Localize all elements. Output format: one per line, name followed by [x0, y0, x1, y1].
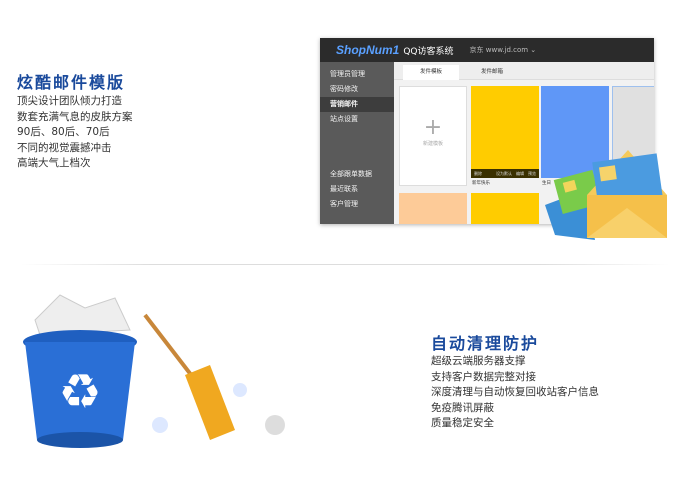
store-selector[interactable]: 京东 www.jd.com ⌄ — [470, 45, 537, 55]
tab-templates[interactable]: 发件模板 — [403, 65, 459, 80]
feature-line: 数套充满气息的皮肤方案 — [17, 110, 133, 123]
new-template-label: 新建模板 — [422, 141, 443, 147]
envelope-icon — [545, 150, 667, 240]
preview-action[interactable]: 预览 — [528, 171, 536, 177]
plus-icon: + — [423, 115, 443, 140]
template-card[interactable] — [399, 193, 467, 224]
section-divider — [20, 264, 670, 265]
tab-bar: 发件模板 发件邮箱 — [394, 62, 654, 80]
set-default-action[interactable]: 设为默认 — [496, 171, 512, 177]
feature-line: 90后、80后、70后 — [17, 126, 110, 138]
system-name: QQ访客系统 — [403, 46, 454, 57]
feature-line: 不同的视觉震撼冲击 — [17, 141, 112, 154]
feature-line: 高端大气上档次 — [17, 157, 91, 169]
recycle-bin-icon: ♻ — [23, 294, 137, 448]
feature-line: 支持客户数据完整对接 — [431, 370, 536, 383]
feature-line: 顶尖设计团队倾力打造 — [17, 95, 122, 107]
broom-icon — [143, 313, 285, 440]
feature-line: 深度清理与自动恢复回收站客户信息 — [431, 386, 599, 398]
sidebar-item[interactable]: 全部跟单数据 — [320, 167, 394, 182]
new-template-card[interactable]: + 新建模板 — [399, 86, 467, 186]
edit-action[interactable]: 编辑 — [516, 171, 524, 177]
feature-line: 免疫腾讯屏蔽 — [431, 401, 494, 414]
template-card[interactable]: 删除 设为默认 编辑 预览 — [471, 86, 539, 178]
sidebar-item-active[interactable]: 营销邮件 — [320, 97, 394, 112]
delete-action[interactable]: 删除 — [474, 171, 482, 177]
svg-text:♻: ♻ — [58, 364, 101, 420]
sidebar: 管理员管理 密码修改 营销邮件 站点设置 全部跟单数据 最近联系 客户管理 — [320, 62, 394, 224]
sidebar-item[interactable]: 站点设置 — [320, 112, 394, 127]
sidebar-item[interactable]: 管理员管理 — [320, 67, 394, 82]
tab-mailboxes[interactable]: 发件邮箱 — [464, 65, 520, 80]
card-actions: 删除 设为默认 编辑 预览 — [471, 169, 539, 178]
sidebar-item[interactable]: 客户管理 — [320, 197, 394, 212]
feature-line: 质量稳定安全 — [431, 417, 494, 429]
logo: ShopNum1 — [336, 43, 400, 57]
template-card[interactable] — [471, 193, 539, 224]
section-title: 自动清理防护 — [431, 334, 540, 353]
feature-list: 顶尖设计团队倾力打造 数套充满气息的皮肤方案 90后、80后、70后 不同的视觉… — [17, 94, 133, 172]
feature-line: 超级云端服务器支撑 — [431, 355, 526, 367]
sidebar-item[interactable]: 密码修改 — [320, 82, 394, 97]
card-name: 新年快乐 — [472, 181, 490, 186]
sidebar-item[interactable]: 最近联系 — [320, 182, 394, 197]
feature-list: 超级云端服务器支撑 支持客户数据完整对接 深度清理与自动恢复回收站客户信息 免疫… — [431, 354, 599, 432]
section-title: 炫酷邮件模版 — [17, 73, 126, 92]
app-topbar: ShopNum1 QQ访客系统 京东 www.jd.com ⌄ — [320, 38, 654, 62]
